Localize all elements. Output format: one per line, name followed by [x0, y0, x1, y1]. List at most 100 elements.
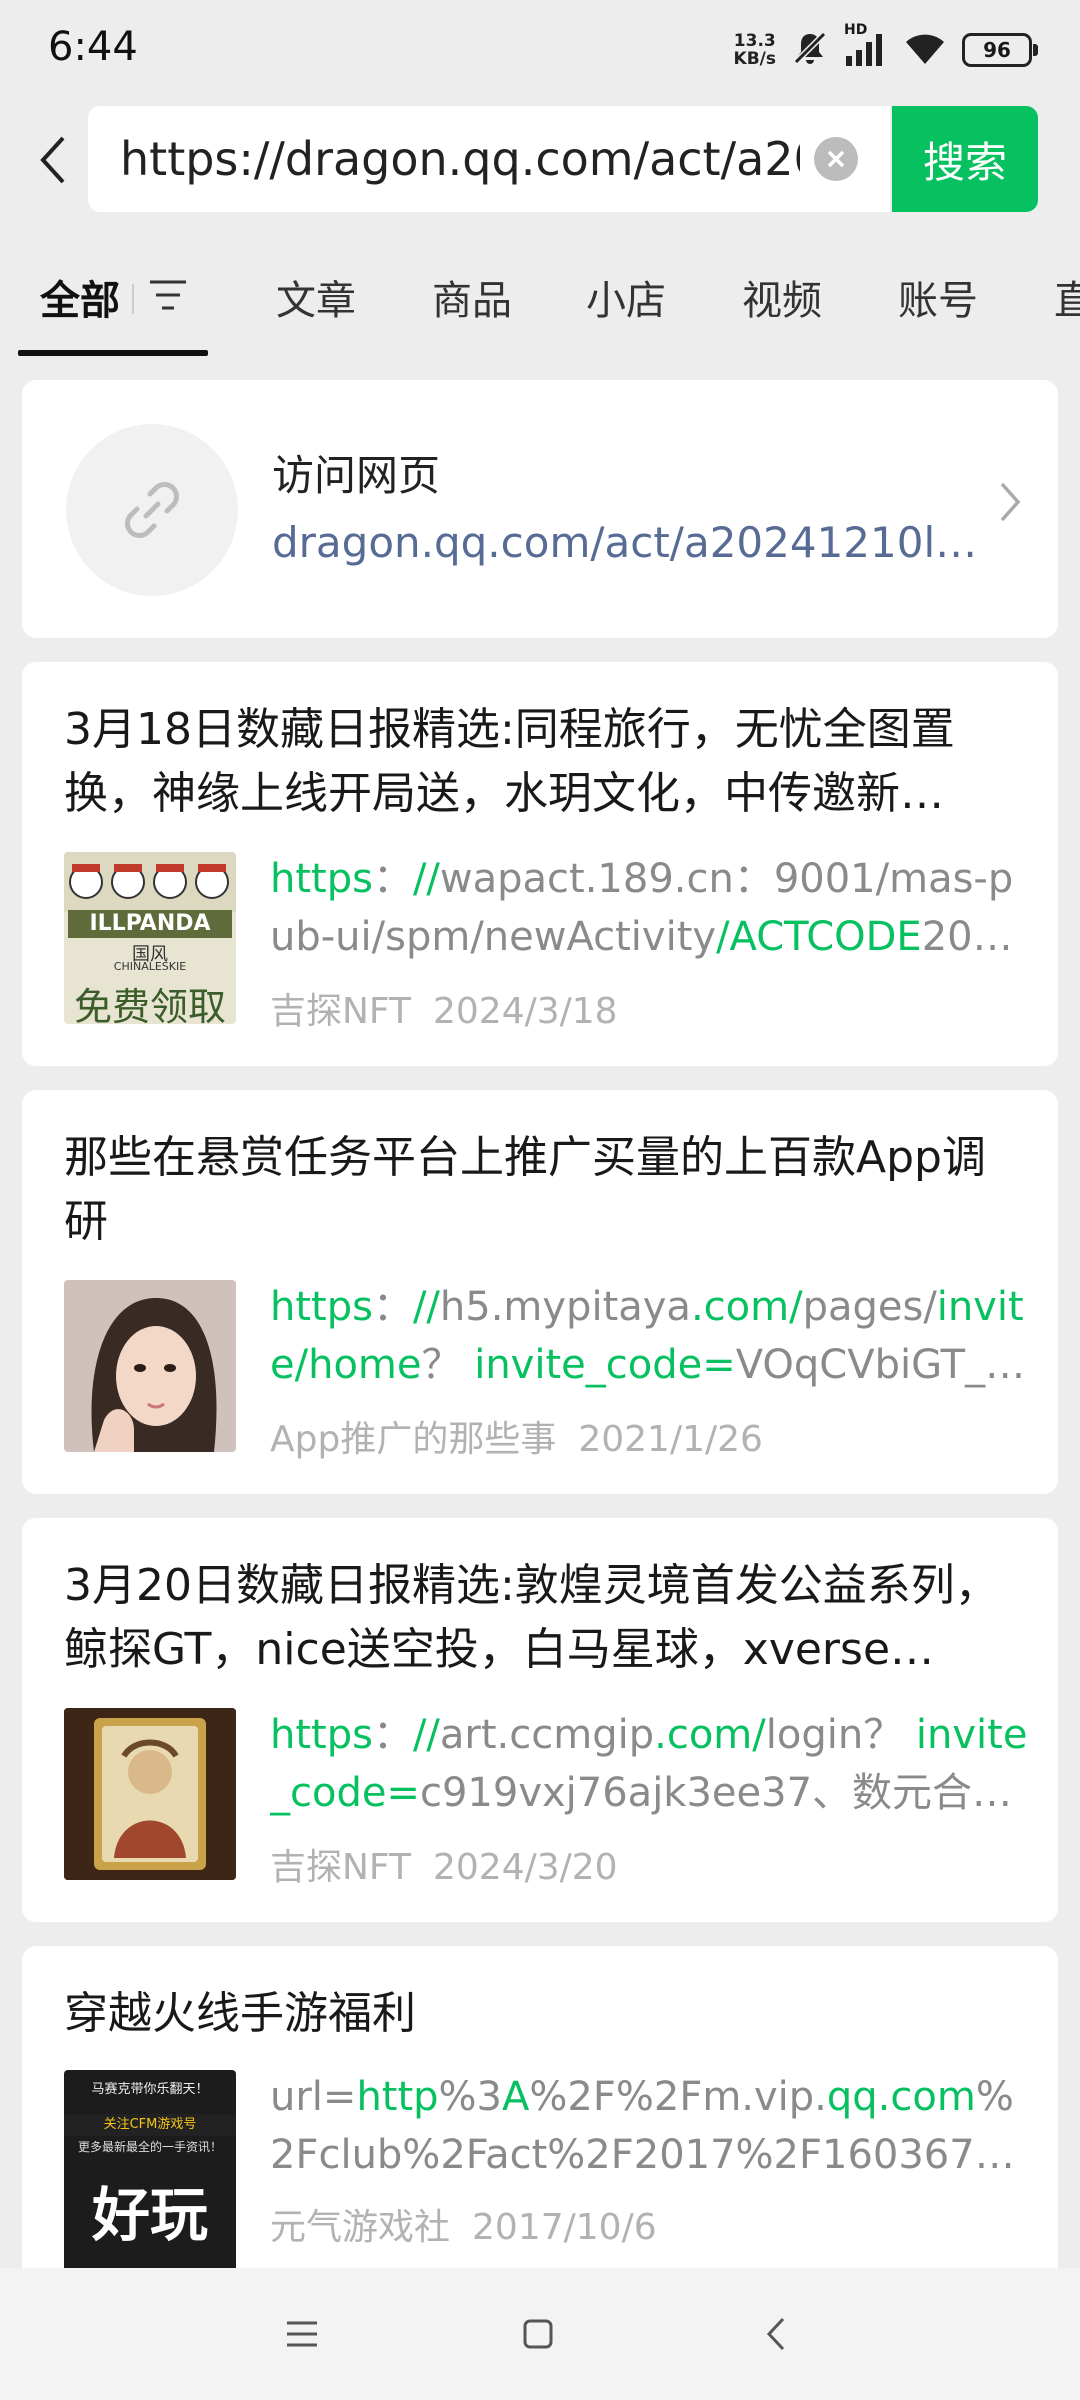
thumb-banner: ILLPANDA [68, 910, 232, 938]
active-tab-indicator [18, 350, 208, 356]
description-text: ： [372, 1284, 413, 1330]
thumb-slogan: 免费领取 [73, 985, 226, 1024]
result-thumbnail [64, 1280, 236, 1452]
highlighted-keyword: qq.com [826, 2074, 976, 2120]
mute-icon [790, 28, 830, 72]
description-text: art.ccmgip [439, 1712, 655, 1758]
result-date: 2024/3/20 [433, 1847, 618, 1888]
result-card[interactable]: 3月20日数藏日报精选:敦煌灵境首发公益系列，鲸探GT，nice送空投，白马星球… [22, 1518, 1058, 1922]
tab-all[interactable]: 全部 [40, 268, 120, 326]
visit-webpage-card[interactable]: 访问网页 dragon.qq.com/act/a20241210lottery [22, 380, 1058, 638]
result-description: https：//art.ccmgip.com/login？ invite_cod… [270, 1706, 1030, 1822]
result-description: url=http%3A%2F%2Fm.vip.qq.com%2Fclub%2Fa… [270, 2068, 1030, 2184]
highlighted-keyword: // [412, 1712, 440, 1758]
thumb-subtext: 更多最新最全的一手资讯！ [77, 2140, 222, 2154]
thumb-slogan: 好玩 [91, 2181, 208, 2249]
description-text: pages/ [802, 1284, 937, 1330]
back-button[interactable] [28, 120, 78, 200]
result-source[interactable]: 元气游戏社 [270, 2207, 450, 2248]
visit-title: 访问网页 [272, 451, 441, 500]
result-description: https：//h5.mypitaya.com/pages/invite/hom… [270, 1278, 1030, 1394]
chevron-left-icon [40, 136, 65, 184]
battery-level: 96 [983, 38, 1011, 62]
thumb-text: 马赛克带你乐翻天！ [91, 2082, 209, 2097]
filter-icon[interactable] [148, 278, 188, 318]
result-thumbnail [64, 1708, 236, 1880]
net-speed: 13.3 KB/s [734, 32, 776, 68]
tab-bar: 全部 文章 商品 小店 视频 账号 直 [0, 240, 1080, 358]
clock: 6:44 [48, 24, 138, 70]
result-card[interactable]: 3月18日数藏日报精选:同程旅行，无忧全图置换，神缘上线开局送，水玥文化，中传邀… [22, 662, 1058, 1066]
result-source[interactable]: 吉探NFT [270, 1847, 411, 1888]
result-meta: 元气游戏社 2017/10/6 [270, 2198, 657, 2250]
panda-icon [64, 852, 236, 912]
description-text: login [765, 1712, 864, 1758]
signal-icon: HD [844, 22, 888, 72]
home-icon [523, 2319, 553, 2349]
search-button[interactable]: 搜索 [892, 106, 1038, 212]
nft-card-image [64, 1708, 236, 1880]
search-query[interactable]: https://dragon.qq.com/act/a2024 [120, 106, 800, 212]
result-date: 2021/1/26 [578, 1419, 763, 1460]
result-card[interactable]: 穿越火线手游福利 马赛克带你乐翻天！ 关注CFM游戏号 更多最新最全的一手资讯！… [22, 1946, 1058, 2268]
result-title[interactable]: 那些在悬赏任务平台上推广买量的上百款App调研 [64, 1126, 1024, 1254]
highlighted-keyword: .com/ [690, 1284, 803, 1330]
search-input[interactable]: https://dragon.qq.com/act/a2024 [88, 106, 890, 212]
result-card[interactable]: 那些在悬赏任务平台上推广买量的上百款App调研 https：//h5.mypit… [22, 1090, 1058, 1494]
highlighted-keyword: /ACTCODE [716, 914, 922, 960]
description-text: ？ [863, 1712, 916, 1758]
highlighted-keyword: https [270, 856, 373, 902]
description-text: h5.mypitaya [439, 1284, 691, 1330]
result-meta: App推广的那些事 2021/1/26 [270, 1410, 763, 1462]
network-label: HD [844, 22, 868, 38]
highlighted-keyword: // [412, 1284, 440, 1330]
net-speed-value: 13.3 [733, 31, 776, 51]
highlighted-keyword: https [270, 1284, 373, 1330]
result-thumbnail: ILLPANDA 国风 CHINALESKIE 免费领取 [64, 852, 236, 1024]
highlighted-keyword: invite_code= [474, 1342, 736, 1388]
system-back-button[interactable] [746, 2308, 806, 2360]
result-title[interactable]: 穿越火线手游福利 [64, 1982, 1024, 2046]
result-date: 2017/10/6 [472, 2207, 657, 2248]
wifi-icon [902, 28, 948, 72]
result-meta: 吉探NFT 2024/3/18 [270, 982, 618, 1034]
chevron-right-icon [998, 480, 1022, 528]
thumb-subtext: CHINALESKIE [113, 960, 187, 973]
tab-articles[interactable]: 文章 [276, 268, 356, 326]
description-text: %2F%2Fm.vip. [529, 2074, 827, 2120]
highlighted-keyword: .com/ [654, 1712, 766, 1758]
highlighted-keyword: // [412, 856, 440, 902]
highlighted-keyword: A [502, 2074, 530, 2120]
back-arrow-icon [766, 2317, 785, 2351]
highlighted-keyword: https [270, 1712, 373, 1758]
link-icon [66, 424, 238, 596]
status-icons: 13.3 KB/s HD 96 [734, 22, 1038, 72]
result-date: 2024/3/18 [433, 991, 618, 1032]
menu-button[interactable] [272, 2308, 332, 2360]
portrait-image [64, 1280, 236, 1452]
result-source[interactable]: App推广的那些事 [270, 1419, 556, 1460]
tab-live[interactable]: 直 [1054, 268, 1080, 326]
tab-accounts[interactable]: 账号 [898, 268, 978, 326]
description-text: ： [372, 856, 413, 902]
visit-url[interactable]: dragon.qq.com/act/a20241210lottery [272, 518, 992, 567]
description-text: %3 [438, 2074, 503, 2120]
tab-shops[interactable]: 小店 [586, 268, 666, 326]
home-button[interactable] [508, 2308, 568, 2360]
tab-divider [132, 284, 134, 314]
result-meta: 吉探NFT 2024/3/20 [270, 1838, 618, 1890]
description-text: url= [270, 2074, 357, 2120]
description-text: ： [372, 1712, 413, 1758]
tab-videos[interactable]: 视频 [742, 268, 822, 326]
result-title[interactable]: 3月20日数藏日报精选:敦煌灵境首发公益系列，鲸探GT，nice送空投，白马星球… [64, 1554, 1024, 1682]
result-title[interactable]: 3月18日数藏日报精选:同程旅行，无忧全图置换，神缘上线开局送，水玥文化，中传邀… [64, 698, 1024, 826]
net-speed-unit: KB/s [733, 49, 776, 69]
tab-products[interactable]: 商品 [432, 268, 512, 326]
close-icon [827, 150, 845, 168]
clear-search-button[interactable] [814, 137, 858, 181]
highlighted-keyword: http [356, 2074, 439, 2120]
menu-icon [287, 2321, 317, 2347]
system-nav-bar [0, 2268, 1080, 2400]
result-source[interactable]: 吉探NFT [270, 991, 411, 1032]
result-description: https：//wapact.189.cn：9001/mas-pub-ui/sp… [270, 850, 1030, 966]
